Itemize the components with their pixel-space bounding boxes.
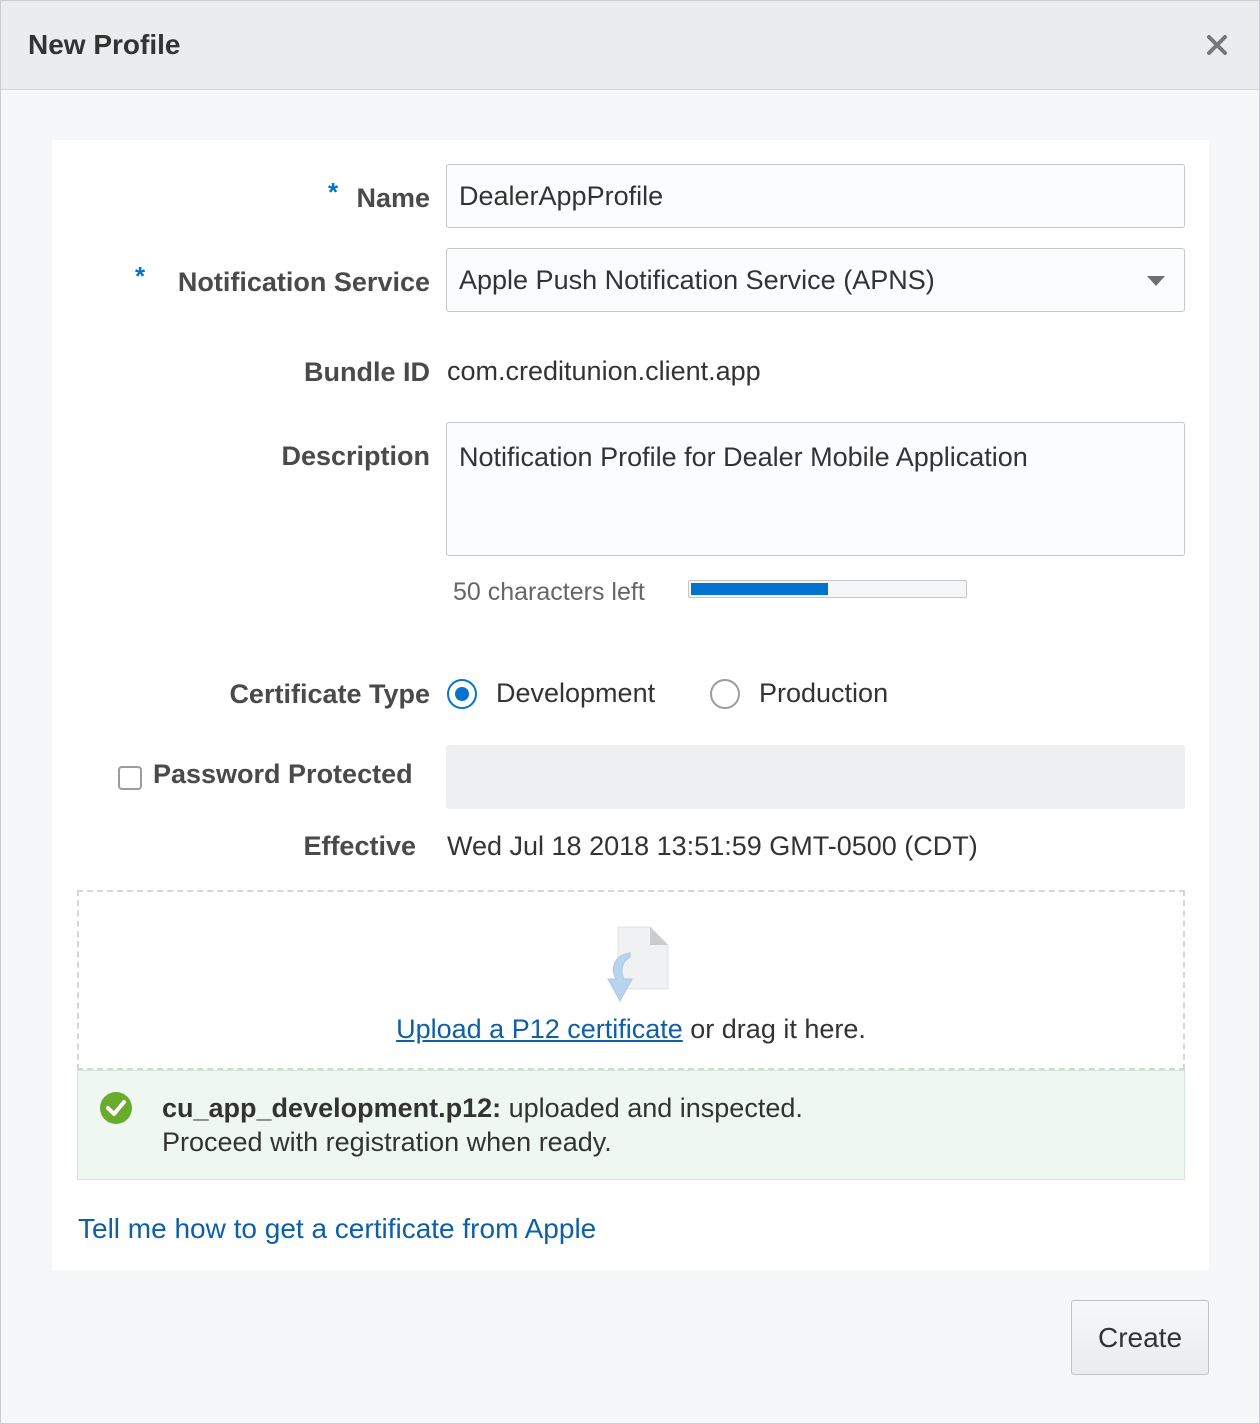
radio-production-label[interactable]: Production bbox=[759, 678, 888, 709]
status-line-2: Proceed with registration when ready. bbox=[162, 1127, 612, 1157]
certificate-help-link[interactable]: Tell me how to get a certificate from Ap… bbox=[78, 1213, 596, 1245]
character-meter-fill bbox=[691, 583, 828, 595]
status-line-1: cu_app_development.p12: uploaded and ins… bbox=[162, 1093, 803, 1124]
description-textarea[interactable]: Notification Profile for Dealer Mobile A… bbox=[446, 422, 1185, 556]
password-protected-checkbox[interactable] bbox=[118, 766, 142, 790]
upload-file-icon bbox=[607, 926, 669, 1003]
description-label: Description bbox=[281, 441, 430, 471]
upload-suffix: or drag it here. bbox=[682, 1014, 866, 1044]
notification-service-select[interactable]: Apple Push Notification Service (APNS) bbox=[446, 248, 1185, 312]
radio-production[interactable] bbox=[710, 679, 740, 709]
name-input[interactable]: DealerAppProfile bbox=[446, 164, 1185, 228]
notification-service-value: Apple Push Notification Service (APNS) bbox=[459, 265, 935, 295]
new-profile-dialog: New Profile * Name DealerAppProfile * No… bbox=[0, 0, 1260, 1424]
required-indicator: * bbox=[328, 177, 339, 207]
effective-value: Wed Jul 18 2018 13:51:59 GMT-0500 (CDT) bbox=[447, 831, 978, 861]
radio-development-label[interactable]: Development bbox=[496, 678, 655, 709]
create-button[interactable]: Create bbox=[1071, 1300, 1209, 1375]
upload-dropzone[interactable]: Upload a P12 certificate or drag it here… bbox=[77, 890, 1185, 1070]
check-circle-icon bbox=[100, 1092, 132, 1124]
upload-link[interactable]: Upload a P12 certificate bbox=[396, 1014, 683, 1044]
close-icon[interactable] bbox=[1203, 31, 1231, 59]
chevron-down-icon[interactable] bbox=[1147, 276, 1165, 286]
radio-development[interactable] bbox=[447, 679, 477, 709]
status-message: uploaded and inspected. bbox=[501, 1093, 803, 1123]
required-indicator: * bbox=[135, 261, 146, 291]
password-protected-label[interactable]: Password Protected bbox=[153, 759, 413, 790]
bundle-id-value: com.creditunion.client.app bbox=[447, 356, 761, 386]
password-input bbox=[446, 745, 1185, 809]
dialog-title: New Profile bbox=[28, 29, 181, 60]
status-filename: cu_app_development.p12: bbox=[162, 1093, 502, 1123]
notification-service-label: Notification Service bbox=[177, 267, 430, 297]
name-label: Name bbox=[356, 183, 430, 213]
upload-instructions: Upload a P12 certificate or drag it here… bbox=[79, 1014, 1183, 1045]
bundle-id-label: Bundle ID bbox=[304, 357, 430, 387]
character-counter: 50 characters left bbox=[453, 578, 645, 606]
effective-label: Effective bbox=[303, 831, 416, 861]
certificate-type-label: Certificate Type bbox=[229, 679, 430, 709]
character-meter bbox=[688, 580, 967, 598]
upload-status-message: cu_app_development.p12: uploaded and ins… bbox=[77, 1070, 1185, 1180]
dialog-header: New Profile bbox=[1, 1, 1259, 90]
